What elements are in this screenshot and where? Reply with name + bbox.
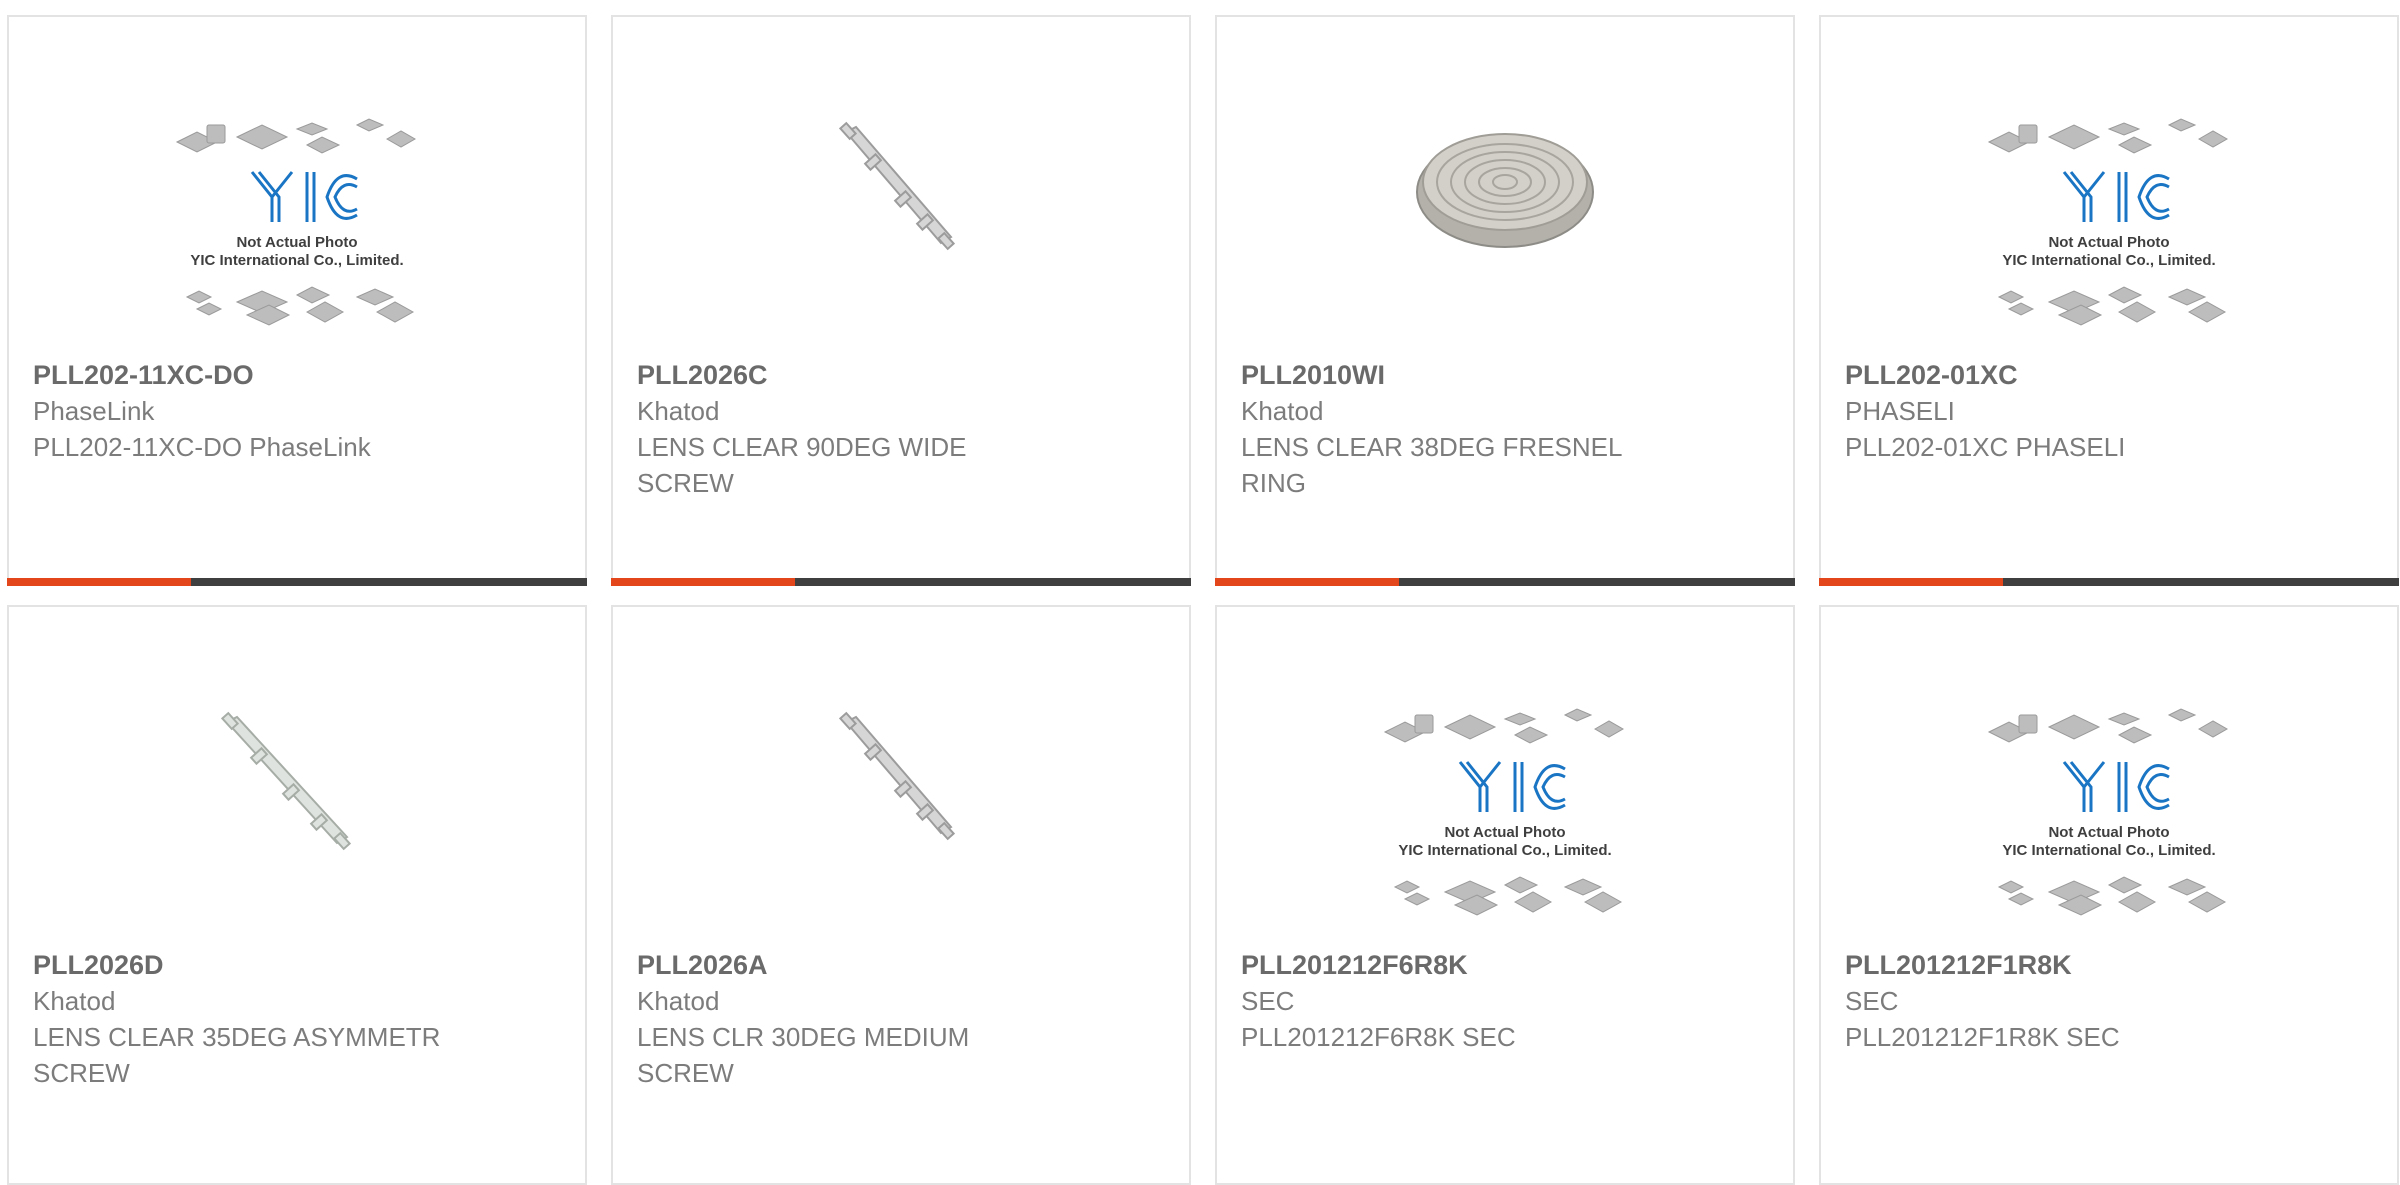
svg-text:Not Actual Photo: Not Actual Photo [1444,824,1565,841]
product-info: PLL202-01XC PHASELI PLL202-01XC PHASELI [1845,357,2373,465]
lens-strip-image [838,711,956,841]
yic-placeholder-image: Not Actual Photo YIC International Co., … [175,118,417,326]
product-info: PLL201212F1R8K SEC PLL201212F1R8K SEC [1845,947,2373,1055]
description: PLL201212F1R8K SEC [1845,1022,2120,1052]
svg-text:Not Actual Photo: Not Actual Photo [2048,234,2169,251]
part-number-link[interactable]: PLL2026C [637,357,1165,393]
part-number-link[interactable]: PLL2026A [637,947,1165,983]
svg-text:YIC International Co., Limited: YIC International Co., Limited. [2002,842,2215,859]
description: LENS CLEAR 90DEG WIDE SCREW [637,432,967,498]
product-image[interactable] [9,687,585,947]
part-number-link[interactable]: PLL2026D [33,947,561,983]
product-info: PLL202-11XC-DO PhaseLink PLL202-11XC-DO … [33,357,561,465]
card-accent-bar [1215,578,1399,586]
yic-placeholder-image: Not Actual Photo YIC International Co., … [1383,708,1625,916]
product-card[interactable]: Not Actual Photo YIC International Co., … [1819,15,2399,586]
product-card[interactable]: PLL2026A Khatod LENS CLR 30DEG MEDIUM SC… [611,605,1191,1185]
product-card[interactable]: Not Actual Photo YIC International Co., … [1215,605,1795,1185]
manufacturer: PhaseLink [33,396,155,426]
description: LENS CLR 30DEG MEDIUM SCREW [637,1022,970,1088]
card-accent-bar [611,578,795,586]
product-image[interactable] [613,97,1189,357]
card-bottom-bar [611,578,1191,586]
svg-text:YIC International Co., Limited: YIC International Co., Limited. [1398,842,1611,859]
svg-text:YIC International Co., Limited: YIC International Co., Limited. [190,252,403,269]
product-info: PLL2010WI Khatod LENS CLEAR 38DEG FRESNE… [1241,357,1769,501]
product-image[interactable] [613,687,1189,947]
fresnel-lens-image [1416,133,1594,248]
description: LENS CLEAR 35DEG ASYMMETR SCREW [33,1022,441,1088]
product-card[interactable]: PLL2026D Khatod LENS CLEAR 35DEG ASYMMET… [7,605,587,1185]
card-accent-bar [1819,578,2003,586]
card-bottom-bar [1215,578,1795,586]
svg-text:Not Actual Photo: Not Actual Photo [2048,824,2169,841]
product-info: PLL2026C Khatod LENS CLEAR 90DEG WIDE SC… [637,357,1165,501]
manufacturer: SEC [1845,986,1899,1016]
part-number-link[interactable]: PLL201212F1R8K [1845,947,2373,983]
yic-placeholder-image: Not Actual Photo YIC International Co., … [1987,708,2229,916]
product-info: PLL2026D Khatod LENS CLEAR 35DEG ASYMMET… [33,947,561,1091]
lens-strip-image [838,121,956,251]
product-image[interactable] [1217,97,1793,357]
part-number-link[interactable]: PLL201212F6R8K [1241,947,1769,983]
manufacturer: Khatod [33,986,116,1016]
manufacturer: Khatod [637,396,720,426]
product-image[interactable]: Not Actual Photo YIC International Co., … [1821,97,2397,357]
product-image[interactable]: Not Actual Photo YIC International Co., … [1821,687,2397,947]
product-grid: Not Actual Photo YIC International Co., … [0,0,2400,1185]
part-number-link[interactable]: PLL202-11XC-DO [33,357,561,393]
manufacturer: SEC [1241,986,1295,1016]
description: PLL202-01XC PHASELI [1845,432,2126,462]
product-image[interactable]: Not Actual Photo YIC International Co., … [9,97,585,357]
description: PLL201212F6R8K SEC [1241,1022,1516,1052]
card-bottom-bar [7,578,587,586]
product-card[interactable]: PLL2010WI Khatod LENS CLEAR 38DEG FRESNE… [1215,15,1795,586]
product-image[interactable]: Not Actual Photo YIC International Co., … [1217,687,1793,947]
lens-strip-image [220,711,352,851]
part-number-link[interactable]: PLL202-01XC [1845,357,2373,393]
manufacturer: Khatod [1241,396,1324,426]
svg-text:Not Actual Photo: Not Actual Photo [236,234,357,251]
card-bottom-bar [1819,578,2399,586]
product-info: PLL201212F6R8K SEC PLL201212F6R8K SEC [1241,947,1769,1055]
description: LENS CLEAR 38DEG FRESNEL RING [1241,432,1622,498]
product-card[interactable]: Not Actual Photo YIC International Co., … [7,15,587,586]
product-card[interactable]: PLL2026C Khatod LENS CLEAR 90DEG WIDE SC… [611,15,1191,586]
card-accent-bar [7,578,191,586]
description: PLL202-11XC-DO PhaseLink [33,432,371,462]
manufacturer: PHASELI [1845,396,1955,426]
product-info: PLL2026A Khatod LENS CLR 30DEG MEDIUM SC… [637,947,1165,1091]
manufacturer: Khatod [637,986,720,1016]
part-number-link[interactable]: PLL2010WI [1241,357,1769,393]
svg-text:YIC International Co., Limited: YIC International Co., Limited. [2002,252,2215,269]
product-card[interactable]: Not Actual Photo YIC International Co., … [1819,605,2399,1185]
yic-placeholder-image: Not Actual Photo YIC International Co., … [1987,118,2229,326]
